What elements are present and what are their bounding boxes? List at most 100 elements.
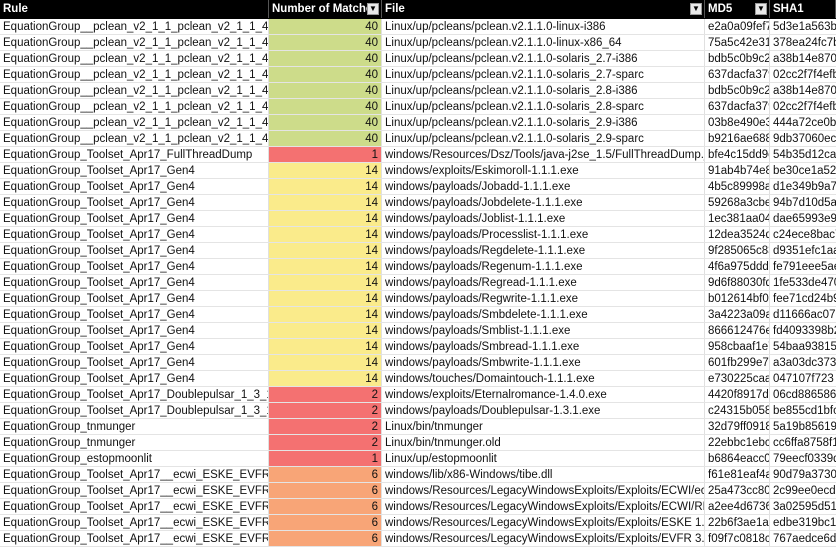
sha1-cell[interactable]: a3a03dc373f: [770, 355, 836, 370]
md5-cell[interactable]: 32d79ff0918: [705, 419, 770, 434]
matches-cell[interactable]: 6: [269, 499, 382, 514]
file-cell[interactable]: windows/payloads/Smblist-1.1.1.exe: [382, 323, 705, 338]
md5-cell[interactable]: e730225caa4: [705, 371, 770, 386]
matches-cell[interactable]: 14: [269, 307, 382, 322]
md5-cell[interactable]: e2a0a09fef7: [705, 19, 770, 34]
md5-cell[interactable]: 637dacfa379: [705, 67, 770, 82]
file-cell[interactable]: windows/payloads/Regenum-1.1.1.exe: [382, 259, 705, 274]
md5-cell[interactable]: 9f285065c83: [705, 243, 770, 258]
file-cell[interactable]: windows/exploits/Eskimoroll-1.1.1.exe: [382, 163, 705, 178]
matches-cell[interactable]: 14: [269, 355, 382, 370]
sha1-cell[interactable]: a38b14e870f: [770, 83, 836, 98]
matches-cell[interactable]: 14: [269, 259, 382, 274]
md5-cell[interactable]: f61e81eaf4a: [705, 467, 770, 482]
file-cell[interactable]: Linux/bin/tnmunger.old: [382, 435, 705, 450]
sha1-cell[interactable]: 444a72ce0bf: [770, 115, 836, 130]
rule-cell[interactable]: EquationGroup__pclean_v2_1_1_pclean_v2_1…: [0, 99, 269, 114]
rule-cell[interactable]: EquationGroup_Toolset_Apr17_Gen4: [0, 163, 269, 178]
sha1-cell[interactable]: cc6ffa8758f1: [770, 435, 836, 450]
rule-cell[interactable]: EquationGroup__pclean_v2_1_1_pclean_v2_1…: [0, 19, 269, 34]
rule-cell[interactable]: EquationGroup__pclean_v2_1_1_pclean_v2_1…: [0, 35, 269, 50]
rule-cell[interactable]: EquationGroup_Toolset_Apr17_Doublepulsar…: [0, 403, 269, 418]
file-cell[interactable]: windows/payloads/Regread-1.1.1.exe: [382, 275, 705, 290]
md5-cell[interactable]: bdb5c0b9c2c: [705, 51, 770, 66]
md5-cell[interactable]: b9216ae6885: [705, 131, 770, 146]
matches-cell[interactable]: 2: [269, 403, 382, 418]
sha1-cell[interactable]: 02cc2f7f4efb: [770, 67, 836, 82]
filter-active-icon[interactable]: ▼: [367, 3, 379, 15]
file-cell[interactable]: windows/Resources/LegacyWindowsExploits/…: [382, 499, 705, 514]
matches-cell[interactable]: 14: [269, 195, 382, 210]
file-cell[interactable]: windows/Resources/Dsz/Tools/java-j2se_1.…: [382, 147, 705, 162]
sha1-cell[interactable]: a38b14e870f: [770, 51, 836, 66]
matches-cell[interactable]: 14: [269, 179, 382, 194]
md5-cell[interactable]: 22ebbc1ebc4: [705, 435, 770, 450]
sha1-cell[interactable]: be30ce1a525: [770, 163, 836, 178]
md5-cell[interactable]: 91ab4b74e8c: [705, 163, 770, 178]
file-cell[interactable]: windows/payloads/Smbread-1.1.1.exe: [382, 339, 705, 354]
column-header-md5[interactable]: MD5 ▼: [705, 0, 770, 18]
matches-cell[interactable]: 6: [269, 531, 382, 546]
file-cell[interactable]: windows/payloads/Regwrite-1.1.1.exe: [382, 291, 705, 306]
matches-cell[interactable]: 40: [269, 83, 382, 98]
matches-cell[interactable]: 1: [269, 451, 382, 466]
sha1-cell[interactable]: 79eecf0339d: [770, 451, 836, 466]
column-header-number-of-matches[interactable]: Number of Matches ▼: [269, 0, 382, 18]
file-cell[interactable]: windows/payloads/Jobadd-1.1.1.exe: [382, 179, 705, 194]
md5-cell[interactable]: 59268a3cbe: [705, 195, 770, 210]
matches-cell[interactable]: 40: [269, 51, 382, 66]
matches-cell[interactable]: 6: [269, 467, 382, 482]
sha1-cell[interactable]: 5a19b856190: [770, 419, 836, 434]
md5-cell[interactable]: 75a5c42e31: [705, 35, 770, 50]
matches-cell[interactable]: 40: [269, 131, 382, 146]
rule-cell[interactable]: EquationGroup_Toolset_Apr17__ecwi_ESKE_E…: [0, 531, 269, 546]
matches-cell[interactable]: 14: [269, 339, 382, 354]
sha1-cell[interactable]: 9db37060ec1: [770, 131, 836, 146]
sha1-cell[interactable]: 90d79a37308: [770, 467, 836, 482]
rule-cell[interactable]: EquationGroup_Toolset_Apr17_Gen4: [0, 275, 269, 290]
matches-cell[interactable]: 14: [269, 323, 382, 338]
sha1-cell[interactable]: be855cd1bfc: [770, 403, 836, 418]
column-header-file[interactable]: File ▼: [382, 0, 705, 18]
md5-cell[interactable]: 3a4223a09a: [705, 307, 770, 322]
rule-cell[interactable]: EquationGroup_Toolset_Apr17__ecwi_ESKE_E…: [0, 483, 269, 498]
rule-cell[interactable]: EquationGroup_Toolset_Apr17_Gen4: [0, 259, 269, 274]
sha1-cell[interactable]: d1e349b9a7f: [770, 179, 836, 194]
file-cell[interactable]: Linux/up/pcleans/pclean.v2.1.1.0-solaris…: [382, 67, 705, 82]
md5-cell[interactable]: a2ee4d6736: [705, 499, 770, 514]
rule-cell[interactable]: EquationGroup__pclean_v2_1_1_pclean_v2_1…: [0, 83, 269, 98]
rule-cell[interactable]: EquationGroup__pclean_v2_1_1_pclean_v2_1…: [0, 67, 269, 82]
md5-cell[interactable]: bfe4c15dd9e: [705, 147, 770, 162]
rule-cell[interactable]: EquationGroup__pclean_v2_1_1_pclean_v2_1…: [0, 131, 269, 146]
matches-cell[interactable]: 1: [269, 147, 382, 162]
filter-dropdown-icon[interactable]: ▼: [755, 3, 767, 15]
md5-cell[interactable]: 12dea3524d: [705, 227, 770, 242]
md5-cell[interactable]: 958cbaaf1e7: [705, 339, 770, 354]
matches-cell[interactable]: 6: [269, 483, 382, 498]
file-cell[interactable]: Linux/up/pcleans/pclean.v2.1.1.0-solaris…: [382, 115, 705, 130]
sha1-cell[interactable]: d11666ac07e: [770, 307, 836, 322]
md5-cell[interactable]: 22b6f3ae1ae: [705, 515, 770, 530]
matches-cell[interactable]: 2: [269, 419, 382, 434]
rule-cell[interactable]: EquationGroup_Toolset_Apr17__ecwi_ESKE_E…: [0, 467, 269, 482]
file-cell[interactable]: windows/payloads/Doublepulsar-1.3.1.exe: [382, 403, 705, 418]
sha1-cell[interactable]: 54b35d12ca8: [770, 147, 836, 162]
file-cell[interactable]: Linux/up/pcleans/pclean.v2.1.1.0-solaris…: [382, 131, 705, 146]
rule-cell[interactable]: EquationGroup_tnmunger: [0, 435, 269, 450]
sha1-cell[interactable]: 2c99ee0ecd6: [770, 483, 836, 498]
file-cell[interactable]: windows/payloads/Jobdelete-1.1.1.exe: [382, 195, 705, 210]
file-cell[interactable]: windows/payloads/Regdelete-1.1.1.exe: [382, 243, 705, 258]
sha1-cell[interactable]: fe791eee5ae: [770, 259, 836, 274]
rule-cell[interactable]: EquationGroup_Toolset_Apr17_Gen4: [0, 195, 269, 210]
matches-cell[interactable]: 14: [269, 243, 382, 258]
sha1-cell[interactable]: edbe319bc16: [770, 515, 836, 530]
md5-cell[interactable]: b012614bf0C: [705, 291, 770, 306]
sha1-cell[interactable]: 767aedce6df: [770, 531, 836, 546]
file-cell[interactable]: Linux/up/pcleans/pclean.v2.1.1.0-solaris…: [382, 51, 705, 66]
sha1-cell[interactable]: d9351efc1aa: [770, 243, 836, 258]
rule-cell[interactable]: EquationGroup_Toolset_Apr17__ecwi_ESKE_E…: [0, 515, 269, 530]
md5-cell[interactable]: 4f6a975ddd6: [705, 259, 770, 274]
md5-cell[interactable]: b6864eacc0c: [705, 451, 770, 466]
matches-cell[interactable]: 6: [269, 515, 382, 530]
file-cell[interactable]: Linux/bin/tnmunger: [382, 419, 705, 434]
